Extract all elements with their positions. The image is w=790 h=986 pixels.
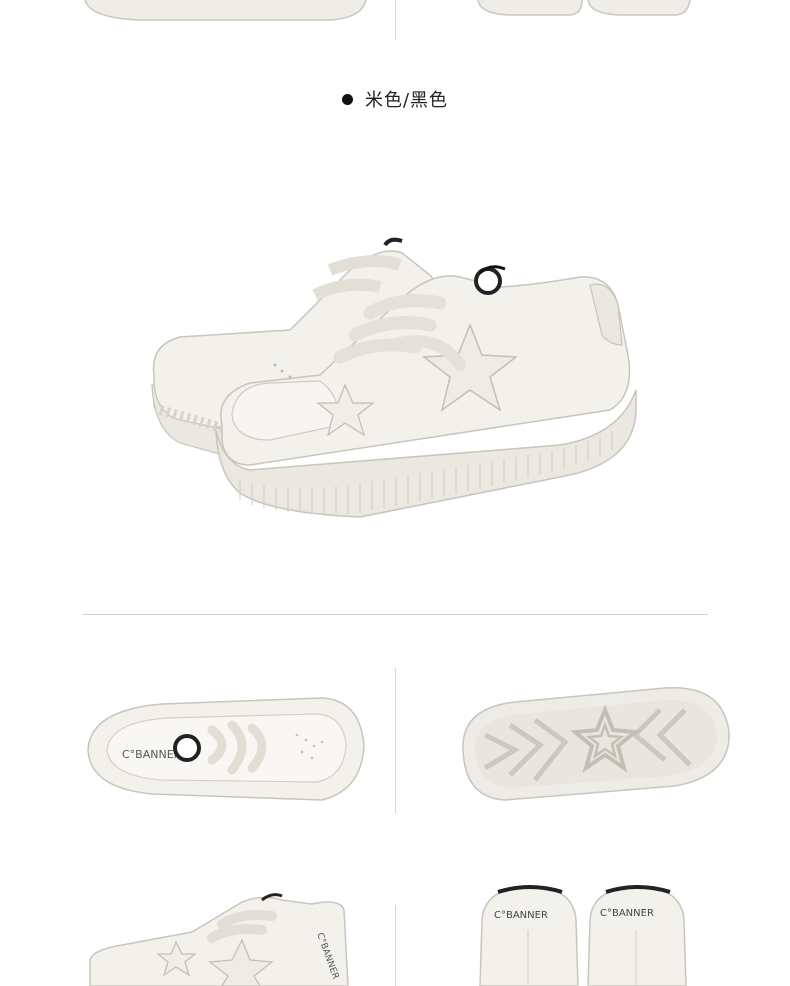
front-shoe: [215, 265, 637, 518]
shoe-side-view-image: C°BANNER: [89, 893, 349, 986]
shoe-heel-back-view-image: C°BANNER C°BANNER: [479, 885, 687, 986]
main-shoe-pair-image: [151, 237, 637, 518]
heel-right-brand-text: C°BANNER: [600, 908, 654, 919]
lower-divider-vertical-1: [395, 668, 396, 813]
previous-shoe-sole-left: [84, 0, 367, 21]
shoe-top-view-image: C°BANNER: [87, 697, 365, 801]
color-option-text: 米色/黑色: [364, 90, 449, 111]
shoe-outsole-image: [462, 686, 730, 801]
heel-left: C°BANNER: [479, 885, 579, 986]
section-divider-horizontal: [83, 614, 708, 615]
lower-divider-vertical-2: [395, 905, 396, 986]
color-option-label: 米色/黑色: [0, 86, 790, 112]
top-view-brand-text: C°BANNER: [122, 748, 182, 761]
bullet-dot-icon: [341, 93, 353, 105]
previous-shoe-soles-right: [477, 0, 691, 16]
heel-left-brand-text: C°BANNER: [494, 910, 548, 921]
heel-right: C°BANNER: [587, 885, 687, 986]
top-divider-vertical: [395, 0, 396, 40]
